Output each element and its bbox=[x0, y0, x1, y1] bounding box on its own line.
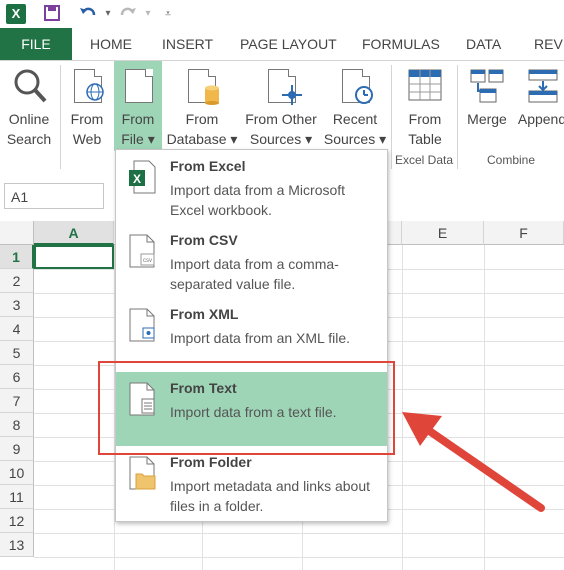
menu-item-from-excel[interactable]: X From Excel Import data from a Microsof… bbox=[116, 150, 387, 224]
from-file-label-1: From bbox=[121, 111, 155, 127]
tab-file[interactable]: FILE bbox=[0, 28, 72, 60]
ribbon-separator bbox=[60, 65, 61, 169]
network-icon bbox=[282, 85, 302, 105]
ribbon-tabs: FILE HOME INSERT PAGE LAYOUT FORMULAS DA… bbox=[0, 28, 564, 61]
merge-button[interactable]: Merge bbox=[462, 61, 512, 151]
from-web-button[interactable]: From Web bbox=[64, 61, 110, 151]
magnifier-icon bbox=[14, 69, 47, 103]
row-header[interactable]: 13 bbox=[0, 533, 34, 557]
annotation-highlight-box bbox=[98, 361, 395, 455]
merge-label: Merge bbox=[467, 111, 507, 127]
menu-item-title: From Folder bbox=[170, 454, 252, 470]
append-button[interactable]: Append bbox=[514, 61, 564, 151]
row-header[interactable]: 3 bbox=[0, 293, 34, 317]
from-database-label-2: Database ▾ bbox=[166, 131, 238, 147]
from-file-dropdown: X From Excel Import data from a Microsof… bbox=[115, 149, 388, 522]
recent-sources-label-1: Recent bbox=[332, 111, 378, 127]
redo-dropdown-icon[interactable]: ▾ bbox=[138, 4, 158, 24]
online-search-label-1: Online bbox=[8, 111, 50, 127]
tab-review[interactable]: REVI bbox=[534, 28, 564, 60]
row-header[interactable]: 9 bbox=[0, 437, 34, 461]
row-header[interactable]: 2 bbox=[0, 269, 34, 293]
merge-icon bbox=[470, 69, 504, 103]
name-box[interactable]: A1 bbox=[4, 183, 104, 209]
tab-page-layout[interactable]: PAGE LAYOUT bbox=[240, 28, 337, 60]
row-header[interactable]: 1 bbox=[0, 245, 34, 269]
from-other-sources-label-1: From Other bbox=[245, 111, 317, 127]
save-icon[interactable] bbox=[42, 4, 62, 24]
svg-text:X: X bbox=[133, 172, 141, 186]
tab-data[interactable]: DATA bbox=[466, 28, 501, 60]
menu-item-description: Import data from an XML file. bbox=[170, 330, 350, 346]
quick-access-toolbar: X ▾ ▾ ⩡ bbox=[0, 0, 564, 28]
row-header[interactable]: 8 bbox=[0, 413, 34, 437]
select-all-corner[interactable] bbox=[0, 221, 34, 245]
row-header[interactable]: 11 bbox=[0, 485, 34, 509]
row-header[interactable]: 12 bbox=[0, 509, 34, 533]
menu-item-title: From Excel bbox=[170, 158, 246, 174]
from-table-label-2: Table bbox=[408, 131, 442, 147]
menu-item-description: Import data from a comma-separated value… bbox=[170, 256, 339, 292]
menu-item-title: From CSV bbox=[170, 232, 238, 248]
table-icon bbox=[408, 69, 442, 101]
database-icon bbox=[205, 85, 219, 105]
online-search-button[interactable]: Online Search bbox=[2, 61, 56, 151]
group-label-excel-data: Excel Data bbox=[394, 153, 454, 167]
xml-file-icon bbox=[129, 308, 155, 342]
append-label: Append bbox=[517, 111, 564, 127]
tab-home[interactable]: HOME bbox=[90, 28, 132, 60]
excel-file-icon: X bbox=[129, 160, 156, 194]
recent-sources-label-2: Sources ▾ bbox=[323, 131, 387, 147]
column-header-e[interactable]: E bbox=[402, 221, 484, 245]
row-header[interactable]: 6 bbox=[0, 365, 34, 389]
append-icon bbox=[528, 69, 558, 103]
tab-formulas[interactable]: FORMULAS bbox=[362, 28, 440, 60]
row-header[interactable]: 5 bbox=[0, 341, 34, 365]
from-file-label-2: File ▾ bbox=[121, 131, 155, 147]
tab-insert[interactable]: INSERT bbox=[162, 28, 213, 60]
recent-sources-button[interactable]: Recent Sources ▾ bbox=[322, 61, 388, 151]
from-table-button[interactable]: From Table bbox=[396, 61, 454, 151]
online-search-label-2: Search bbox=[6, 131, 52, 147]
undo-dropdown-icon[interactable]: ▾ bbox=[98, 4, 118, 24]
row-header[interactable]: 7 bbox=[0, 389, 34, 413]
excel-app-icon: X bbox=[6, 4, 26, 24]
row-header[interactable]: 10 bbox=[0, 461, 34, 485]
redo-icon[interactable] bbox=[118, 4, 138, 24]
from-web-label-2: Web bbox=[72, 131, 102, 147]
active-cell-a1[interactable] bbox=[34, 245, 114, 269]
from-other-sources-button[interactable]: From Other Sources ▾ bbox=[240, 61, 322, 151]
from-web-label-1: From bbox=[70, 111, 104, 127]
from-database-label-1: From bbox=[185, 111, 219, 127]
clock-icon bbox=[355, 86, 373, 104]
menu-item-description: Import metadata and links about files in… bbox=[170, 478, 371, 514]
column-header-f[interactable]: F bbox=[484, 221, 564, 245]
menu-item-title: From XML bbox=[170, 306, 239, 322]
from-file-button[interactable]: From File ▾ bbox=[114, 61, 162, 151]
menu-item-from-csv[interactable]: csv From CSV Import data from a comma-se… bbox=[116, 224, 387, 298]
csv-file-icon: csv bbox=[129, 234, 155, 268]
from-other-sources-label-2: Sources ▾ bbox=[249, 131, 313, 147]
file-icon bbox=[125, 69, 153, 103]
globe-icon bbox=[86, 83, 104, 101]
column-header-a[interactable]: A bbox=[34, 221, 114, 245]
from-database-button[interactable]: From Database ▾ bbox=[164, 61, 240, 151]
menu-item-from-folder[interactable]: From Folder Import metadata and links ab… bbox=[116, 446, 387, 520]
folder-icon bbox=[129, 456, 156, 490]
menu-item-description: Import data from a Microsoft Excel workb… bbox=[170, 182, 346, 218]
annotation-arrow-icon bbox=[402, 412, 545, 512]
group-label-combine: Combine bbox=[486, 153, 536, 167]
row-header[interactable]: 4 bbox=[0, 317, 34, 341]
svg-text:csv: csv bbox=[143, 258, 152, 264]
from-table-label-1: From bbox=[408, 111, 442, 127]
undo-icon[interactable] bbox=[78, 4, 98, 24]
customize-qat-icon[interactable]: ⩡ bbox=[158, 4, 178, 24]
